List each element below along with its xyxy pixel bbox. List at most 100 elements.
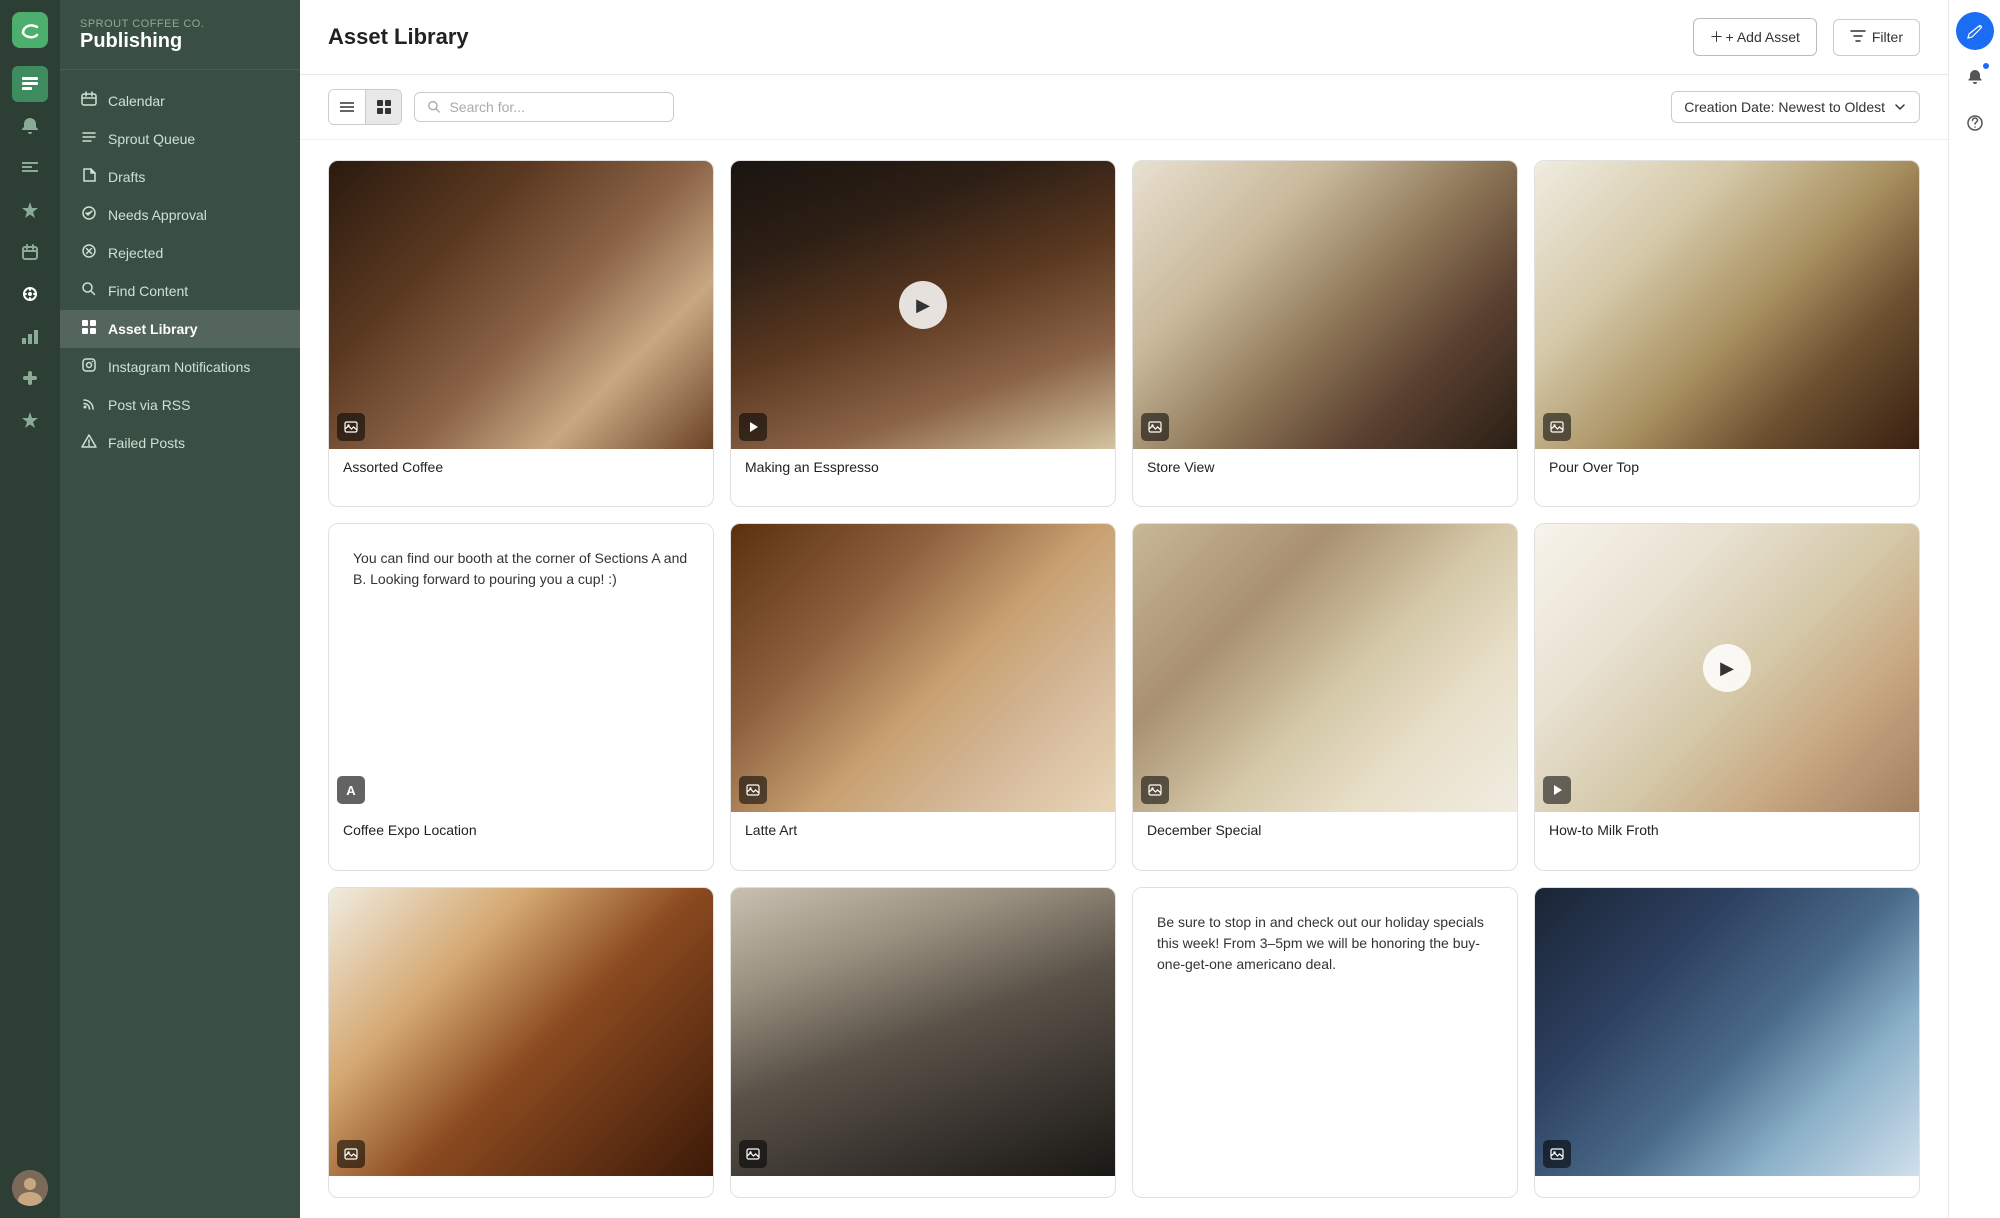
asset-title-5: Coffee Expo Location bbox=[329, 812, 713, 848]
asset-card-12[interactable] bbox=[1534, 887, 1920, 1198]
user-avatar[interactable] bbox=[12, 1170, 48, 1206]
sidebar-item-sprout-queue[interactable]: Sprout Queue bbox=[60, 120, 300, 158]
asset-title-8: How-to Milk Froth bbox=[1535, 812, 1919, 848]
drafts-icon bbox=[80, 167, 98, 187]
asset-title-1: Assorted Coffee bbox=[329, 449, 713, 485]
asset-thumbnail-10 bbox=[731, 888, 1115, 1176]
page-title: Asset Library bbox=[328, 24, 1677, 50]
filter-button[interactable]: Filter bbox=[1833, 19, 1920, 56]
sidebar-item-asset-library[interactable]: Asset Library bbox=[60, 310, 300, 348]
play-button-8[interactable]: ▶ bbox=[1703, 644, 1751, 692]
add-asset-button[interactable]: ＋ + Add Asset bbox=[1693, 18, 1817, 56]
notifications-button[interactable] bbox=[1956, 58, 1994, 96]
text-badge-5: A bbox=[337, 776, 365, 804]
asset-title-3: Store View bbox=[1133, 449, 1517, 485]
instagram-icon bbox=[80, 357, 98, 377]
right-rail bbox=[1948, 0, 2000, 1218]
asset-card-11[interactable]: Be sure to stop in and check out our hol… bbox=[1132, 887, 1518, 1198]
rail-notifications-icon[interactable] bbox=[12, 108, 48, 144]
find-content-icon bbox=[80, 281, 98, 301]
notification-dot bbox=[1982, 62, 1990, 70]
asset-title-2: Making an Esspresso bbox=[731, 449, 1115, 485]
asset-card-10[interactable] bbox=[730, 887, 1116, 1198]
brand-sub: Sprout Coffee Co. bbox=[80, 18, 280, 30]
rail-asset-icon[interactable] bbox=[12, 276, 48, 312]
rail-schedule-icon[interactable] bbox=[12, 234, 48, 270]
asset-thumbnail-9 bbox=[329, 888, 713, 1176]
asset-card-1[interactable]: Assorted Coffee bbox=[328, 160, 714, 507]
asset-card-9[interactable] bbox=[328, 887, 714, 1198]
rail-publishing-icon[interactable] bbox=[12, 66, 48, 102]
rail-star-icon[interactable] bbox=[12, 402, 48, 438]
asset-card-8[interactable]: ▶ How-to Milk Froth bbox=[1534, 523, 1920, 870]
asset-thumbnail-7 bbox=[1133, 524, 1517, 812]
asset-thumbnail-4 bbox=[1535, 161, 1919, 449]
asset-thumbnail-12 bbox=[1535, 888, 1919, 1176]
asset-thumbnail-6 bbox=[731, 524, 1115, 812]
search-box[interactable] bbox=[414, 92, 674, 122]
rail-inbox-icon[interactable] bbox=[12, 150, 48, 186]
image-badge-9 bbox=[337, 1140, 365, 1168]
approval-icon bbox=[80, 205, 98, 225]
rss-icon bbox=[80, 395, 98, 415]
asset-thumbnail-2: ▶ bbox=[731, 161, 1115, 449]
asset-title-6: Latte Art bbox=[731, 812, 1115, 848]
sidebar-item-failed-posts[interactable]: Failed Posts bbox=[60, 424, 300, 462]
sidebar: Sprout Coffee Co. Publishing Calendar Sp… bbox=[60, 0, 300, 1218]
sort-dropdown[interactable]: Creation Date: Newest to Oldest bbox=[1671, 91, 1920, 123]
asset-card-5[interactable]: You can find our booth at the corner of … bbox=[328, 523, 714, 870]
image-badge-10 bbox=[739, 1140, 767, 1168]
asset-title-7: December Special bbox=[1133, 812, 1517, 848]
compose-button[interactable] bbox=[1956, 12, 1994, 50]
icon-rail bbox=[0, 0, 60, 1218]
queue-icon bbox=[80, 129, 98, 149]
search-icon bbox=[427, 99, 441, 115]
rail-tools-icon[interactable] bbox=[12, 360, 48, 396]
sidebar-item-calendar[interactable]: Calendar bbox=[60, 82, 300, 120]
play-button-2[interactable]: ▶ bbox=[899, 281, 947, 329]
brand-header: Sprout Coffee Co. Publishing bbox=[60, 0, 300, 70]
failed-posts-icon bbox=[80, 433, 98, 453]
view-toggle bbox=[328, 89, 402, 125]
sidebar-item-post-via-rss[interactable]: Post via RSS bbox=[60, 386, 300, 424]
image-badge-6 bbox=[739, 776, 767, 804]
text-asset-content-11: Be sure to stop in and check out our hol… bbox=[1157, 912, 1493, 975]
asset-thumbnail-1 bbox=[329, 161, 713, 449]
calendar-icon bbox=[80, 91, 98, 111]
filter-icon bbox=[1850, 28, 1866, 47]
brand-name: Publishing bbox=[80, 30, 280, 53]
asset-title-4: Pour Over Top bbox=[1535, 449, 1919, 485]
asset-card-4[interactable]: Pour Over Top bbox=[1534, 160, 1920, 507]
sidebar-nav: Calendar Sprout Queue Drafts Needs Appro… bbox=[60, 70, 300, 1218]
asset-card-2[interactable]: ▶ Making an Esspresso bbox=[730, 160, 1116, 507]
asset-thumbnail-8: ▶ bbox=[1535, 524, 1919, 812]
grid-view-button[interactable] bbox=[365, 90, 401, 124]
sidebar-item-find-content[interactable]: Find Content bbox=[60, 272, 300, 310]
asset-grid: Assorted Coffee ▶ Making an Esspresso St… bbox=[300, 140, 1948, 1218]
app-logo[interactable] bbox=[12, 12, 48, 48]
sidebar-item-rejected[interactable]: Rejected bbox=[60, 234, 300, 272]
video-badge-2 bbox=[739, 413, 767, 441]
image-badge-7 bbox=[1141, 776, 1169, 804]
sidebar-item-drafts[interactable]: Drafts bbox=[60, 158, 300, 196]
search-input[interactable] bbox=[449, 99, 661, 115]
asset-thumbnail-11: Be sure to stop in and check out our hol… bbox=[1133, 888, 1517, 1176]
sidebar-item-needs-approval[interactable]: Needs Approval bbox=[60, 196, 300, 234]
list-view-button[interactable] bbox=[329, 90, 365, 124]
asset-card-7[interactable]: December Special bbox=[1132, 523, 1518, 870]
rail-analytics-icon[interactable] bbox=[12, 318, 48, 354]
asset-card-3[interactable]: Store View bbox=[1132, 160, 1518, 507]
toolbar: Creation Date: Newest to Oldest bbox=[300, 75, 1948, 140]
image-badge-3 bbox=[1141, 413, 1169, 441]
add-icon: ＋ bbox=[1710, 27, 1724, 47]
text-asset-content-5: You can find our booth at the corner of … bbox=[353, 548, 689, 590]
top-bar: Asset Library ＋ + Add Asset Filter bbox=[300, 0, 1948, 75]
rail-pin-icon[interactable] bbox=[12, 192, 48, 228]
help-button[interactable] bbox=[1956, 104, 1994, 142]
sidebar-item-instagram-notifications[interactable]: Instagram Notifications bbox=[60, 348, 300, 386]
rejected-icon bbox=[80, 243, 98, 263]
asset-card-6[interactable]: Latte Art bbox=[730, 523, 1116, 870]
chevron-down-icon bbox=[1893, 100, 1907, 114]
image-badge-12 bbox=[1543, 1140, 1571, 1168]
asset-thumbnail-3 bbox=[1133, 161, 1517, 449]
